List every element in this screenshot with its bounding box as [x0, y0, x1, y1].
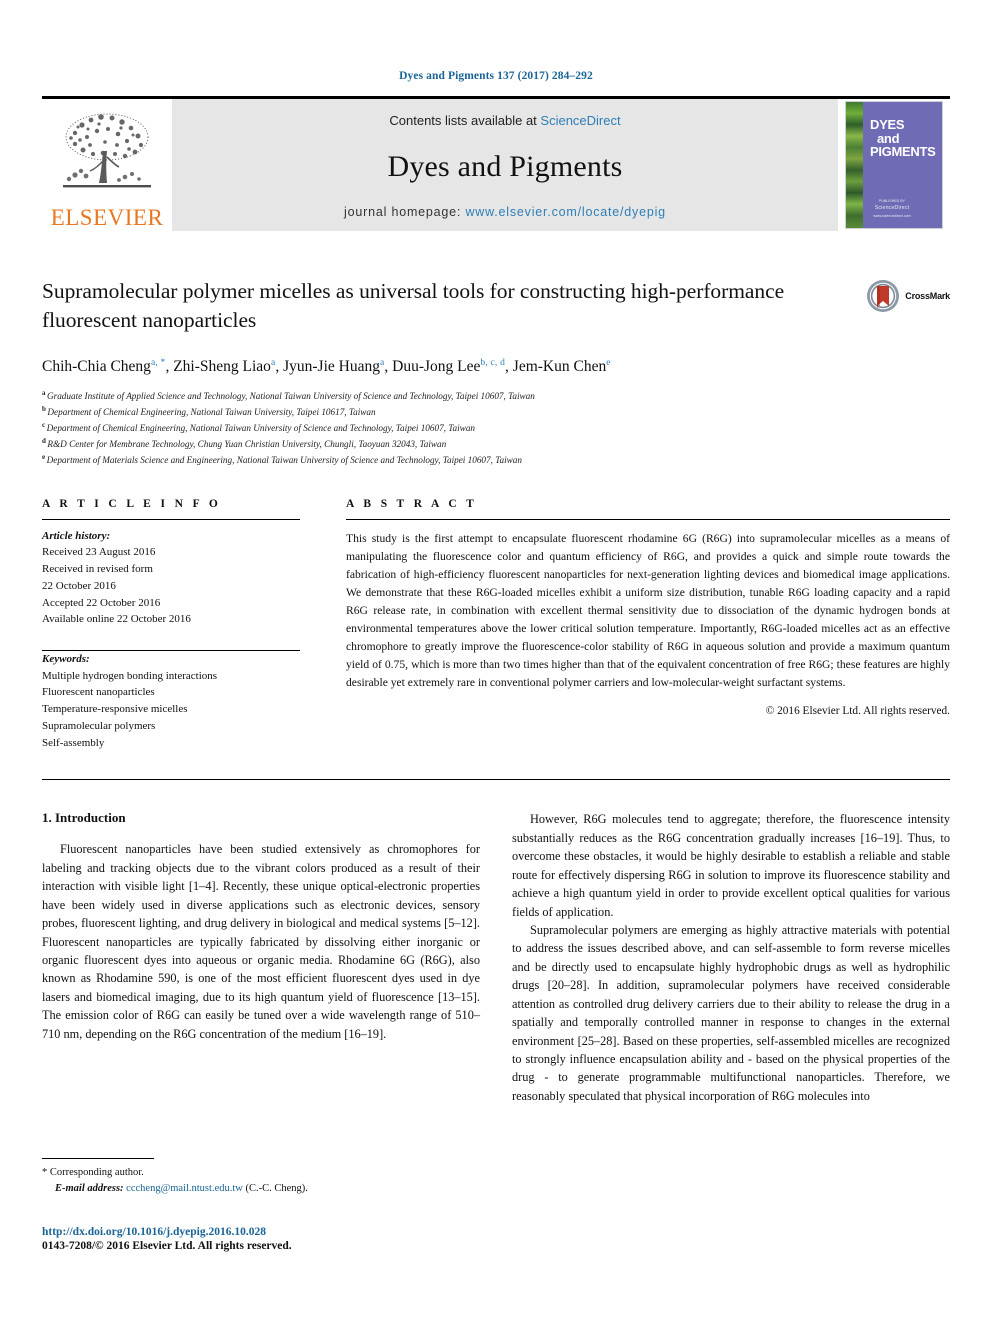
cover-title-line3: PIGMENTS: [870, 144, 936, 160]
cover-footer-brand: ScienceDirect: [874, 205, 910, 212]
footnote-rule: [42, 1158, 154, 1159]
cover-footer: PUBLISHED BY ScienceDirect www.sciencedi…: [846, 198, 938, 219]
author-marks-0: a, *: [150, 357, 166, 368]
paragraph: Fluorescent nanoparticles have been stud…: [42, 842, 480, 1041]
author-name-0: Chih-Chia Cheng: [42, 357, 151, 375]
affiliation-mark-3: d: [42, 436, 46, 445]
affiliation-item: d R&D Center for Membrane Technology, Chu…: [42, 436, 950, 452]
contents-lists-line: Contents lists available at ScienceDirec…: [389, 113, 620, 128]
email-link[interactable]: cccheng@mail.ntust.edu.tw: [126, 1183, 243, 1194]
elsevier-logo: ELSEVIER: [42, 99, 172, 231]
affiliation-item: a Graduate Institute of Applied Science a…: [42, 388, 950, 404]
homepage-label: journal homepage:: [344, 205, 466, 219]
cover-title-line1: DYES: [870, 117, 905, 132]
author-marks-4: e: [606, 357, 611, 368]
abstract-text: This study is the first attempt to encap…: [346, 531, 950, 690]
journal-band: Contents lists available at ScienceDirec…: [172, 99, 838, 231]
article-info-column: A R T I C L E I N F O Article history: R…: [42, 498, 300, 752]
body-column-left: 1. Introduction Fluorescent nanoparticle…: [42, 810, 480, 1105]
body-separator-rule: [42, 779, 950, 781]
body-column-right: However, R6G molecules tend to aggregate…: [512, 810, 950, 1105]
cover-footer-sub: www.sciencedirect.com: [873, 213, 911, 218]
article-first-page: Dyes and Pigments 137 (2017) 284–292 ELS…: [0, 0, 992, 1323]
article-history-block: Article history: Received 23 August 2016…: [42, 528, 300, 628]
doi-link[interactable]: http://dx.doi.org/10.1016/j.dyepig.2016.…: [42, 1226, 502, 1238]
author-marks-2: a: [379, 357, 385, 368]
corresponding-author-note: * Corresponding author.: [42, 1167, 144, 1178]
author-name-1: Zhi-Sheng Liao: [173, 357, 271, 375]
article-history-label: Article history:: [42, 529, 111, 542]
paragraph: However, R6G molecules tend to aggregate…: [512, 812, 950, 919]
sciencedirect-link[interactable]: ScienceDirect: [540, 113, 620, 128]
keyword-item-4: Self-assembly: [42, 736, 105, 749]
homepage-url[interactable]: www.elsevier.com/locate/dyepig: [465, 205, 665, 219]
body-columns: 1. Introduction Fluorescent nanoparticle…: [42, 810, 950, 1105]
cover-image: DYES and PIGMENTS PUBLISHED BY ScienceDi…: [845, 101, 943, 229]
author-name-2: Jyun-Jie Huang: [283, 357, 380, 375]
abstract-copyright: © 2016 Elsevier Ltd. All rights reserved…: [765, 705, 950, 718]
journal-cover-thumbnail: DYES and PIGMENTS PUBLISHED BY ScienceDi…: [838, 99, 950, 231]
footnote-block: * Corresponding author. E-mail address: …: [42, 1158, 462, 1197]
page-title: Supramolecular polymer micelles as unive…: [42, 279, 785, 332]
history-item-0: Received 23 August 2016: [42, 546, 156, 559]
affiliation-item: c Department of Chemical Engineering, Nat…: [42, 420, 950, 436]
email-label: E-mail address:: [55, 1182, 124, 1194]
history-item-2: 22 October 2016: [42, 579, 116, 592]
abstract-rule: [346, 518, 950, 520]
cover-title: DYES and PIGMENTS: [870, 118, 936, 159]
affiliation-text-3: R&D Center for Membrane Technology, Chun…: [47, 438, 447, 449]
history-item-3: Accepted 22 October 2016: [42, 596, 161, 609]
affiliation-mark-4: e: [42, 452, 46, 461]
journal-title: Dyes and Pigments: [387, 149, 623, 183]
running-head: Dyes and Pigments 137 (2017) 284–292: [399, 70, 593, 82]
abstract-column: A B S T R A C T This study is the first …: [346, 498, 950, 752]
author-marks-3: b, c, d: [480, 357, 506, 368]
cover-title-line2: and: [877, 130, 900, 146]
affiliation-text-1: Department of Chemical Engineering, Nati…: [47, 406, 376, 417]
article-info-heading: A R T I C L E I N F O: [42, 497, 222, 510]
author-marks-1: a: [270, 357, 276, 368]
doi-block: http://dx.doi.org/10.1016/j.dyepig.2016.…: [42, 1226, 502, 1252]
elsevier-wordmark: ELSEVIER: [50, 205, 164, 230]
info-and-abstract: A R T I C L E I N F O Article history: R…: [42, 498, 950, 752]
keywords-block: Keywords: Multiple hydrogen bonding inte…: [42, 651, 300, 751]
elsevier-tree-icon: [63, 113, 151, 188]
title-text-wrap: Supramolecular polymer micelles as unive…: [42, 277, 866, 335]
affiliation-text-4: Department of Materials Science and Engi…: [46, 454, 522, 465]
abstract-heading: A B S T R A C T: [346, 497, 478, 510]
keywords-label: Keywords:: [42, 653, 90, 665]
affiliation-item: b Department of Chemical Engineering, Nat…: [42, 404, 950, 420]
crossmark-icon: [867, 280, 900, 312]
affiliation-mark-0: a: [42, 388, 46, 397]
keyword-item-1: Fluorescent nanoparticles: [42, 686, 155, 699]
crossmark-label: CrossMark: [905, 291, 950, 301]
email-suffix: (C.-C. Cheng).: [245, 1182, 308, 1194]
email-note: E-mail address: cccheng@mail.ntust.edu.t…: [42, 1181, 462, 1197]
keyword-item-2: Temperature-responsive micelles: [42, 703, 188, 716]
keyword-item-0: Multiple hydrogen bonding interactions: [42, 669, 218, 682]
affiliation-text-2: Department of Chemical Engineering, Nati…: [46, 422, 476, 433]
history-item-4: Available online 22 October 2016: [42, 613, 191, 626]
affiliation-mark-2: c: [42, 420, 46, 429]
title-area: Supramolecular polymer micelles as unive…: [42, 277, 950, 335]
contents-prefix: Contents lists available at: [389, 113, 541, 128]
affiliation-list: a Graduate Institute of Applied Science a…: [42, 388, 950, 468]
crossmark-badge[interactable]: CrossMark: [866, 279, 950, 313]
affiliation-mark-1: b: [42, 404, 46, 413]
author-name-3: Duu-Jong Lee: [392, 357, 481, 375]
journal-masthead: ELSEVIER Contents lists available at Sci…: [42, 96, 950, 231]
paragraph: Supramolecular polymers are emerging as …: [512, 922, 950, 1103]
issn-copyright-line: 0143-7208/© 2016 Elsevier Ltd. All right…: [42, 1240, 292, 1252]
affiliation-text-0: Graduate Institute of Applied Science an…: [47, 390, 535, 401]
section-title-introduction: 1. Introduction: [42, 810, 126, 826]
article-info-rule: [42, 518, 300, 520]
journal-homepage-line: journal homepage: www.elsevier.com/locat…: [344, 205, 666, 219]
affiliation-item: e Department of Materials Science and Eng…: [42, 452, 950, 468]
history-item-1: Received in revised form: [42, 563, 153, 576]
author-list: Chih-Chia Chenga, *, Zhi-Sheng Liaoa, Jy…: [42, 357, 611, 375]
keyword-item-3: Supramolecular polymers: [42, 719, 156, 732]
author-name-4: Jem-Kun Chen: [512, 357, 607, 375]
